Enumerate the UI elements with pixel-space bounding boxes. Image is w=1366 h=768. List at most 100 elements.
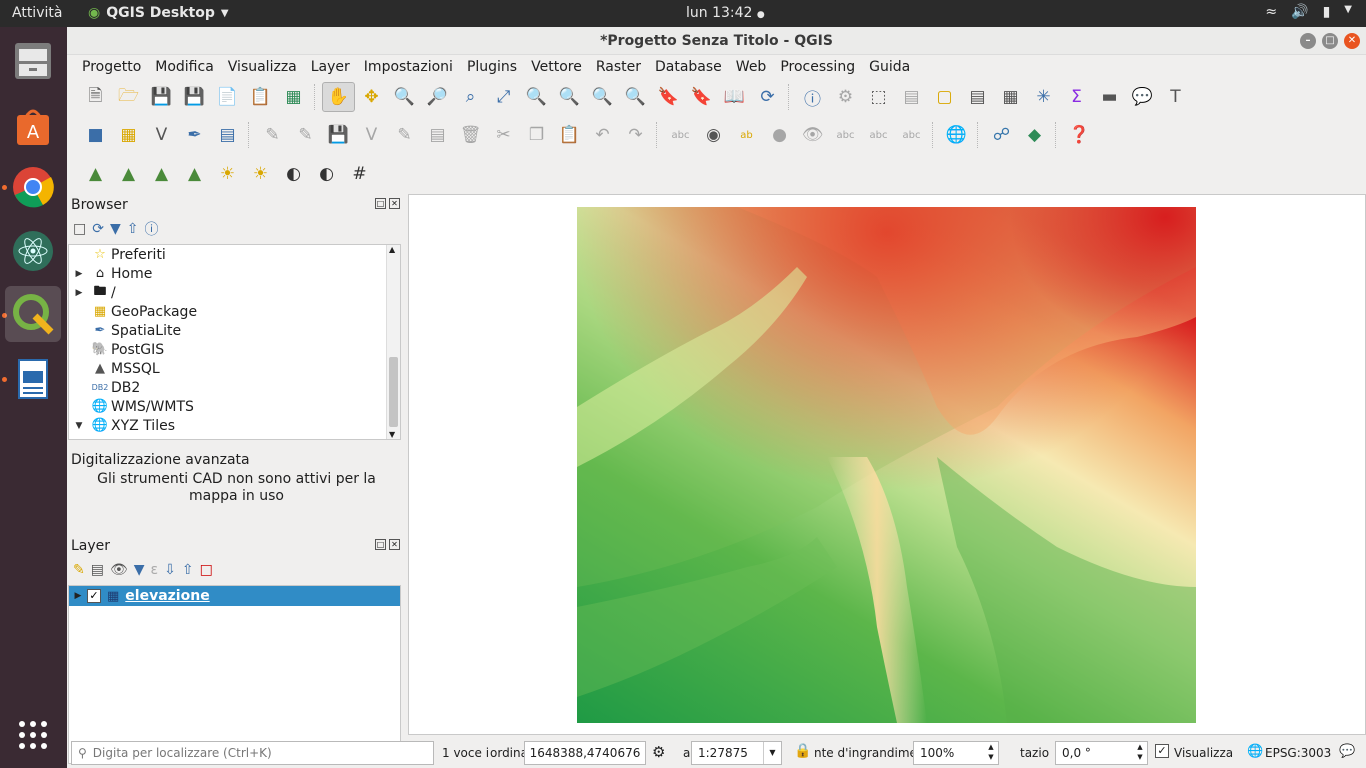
crs-globe-icon[interactable]: 🌐: [1247, 744, 1263, 759]
map-canvas[interactable]: [408, 194, 1366, 735]
field-calculator-icon[interactable]: ▦: [994, 82, 1027, 112]
close-button[interactable]: ✕: [1344, 33, 1360, 49]
menu-database[interactable]: Database: [648, 59, 729, 75]
show-bookmarks-icon[interactable]: 🔖: [685, 82, 718, 112]
rotate-label-icon[interactable]: abc: [862, 120, 895, 150]
pan-to-selection-icon[interactable]: ✥: [355, 82, 388, 112]
close-panel-button[interactable]: ✕: [389, 539, 400, 550]
refresh-icon[interactable]: ⟳: [92, 221, 104, 237]
menu-guida[interactable]: Guida: [862, 59, 917, 75]
libreoffice-writer-launcher[interactable]: [5, 351, 61, 407]
filter-icon[interactable]: ▼: [110, 221, 121, 237]
files-launcher[interactable]: [5, 33, 61, 89]
new-print-layout-icon[interactable]: 📄: [211, 82, 244, 112]
menu-impostazioni[interactable]: Impostazioni: [357, 59, 460, 75]
tree-item-root[interactable]: ▶ 🖿 /: [69, 283, 400, 302]
collapse-all-icon[interactable]: ⇧: [127, 221, 139, 237]
plugin-manager-icon[interactable]: ◆: [1018, 120, 1051, 150]
attribute-table-icon[interactable]: ▤: [961, 82, 994, 112]
save-edits-icon[interactable]: 💾: [322, 120, 355, 150]
temporal-controller-icon[interactable]: 📖: [718, 82, 751, 112]
pan-hand-icon[interactable]: ✋: [322, 82, 355, 112]
zoom-out-icon[interactable]: 🔎: [421, 82, 454, 112]
window-titlebar[interactable]: *Progetto Senza Titolo - QGIS – □ ✕: [67, 27, 1366, 55]
system-tray[interactable]: ≈ 🔊 ▮ ▼: [1265, 4, 1352, 20]
software-center-launcher[interactable]: A: [5, 99, 61, 155]
magnifier-spinbox[interactable]: 100% ▲ ▼: [913, 741, 999, 765]
spinner-arrows-icon[interactable]: ▲ ▼: [984, 742, 998, 764]
menu-visualizza[interactable]: Visualizza: [221, 59, 304, 75]
browser-tree[interactable]: ☆ Preferiti ▶ ⌂ Home ▶ 🖿 / ▦ GeoPackage ✒ Spati…: [68, 244, 401, 440]
scrollbar-thumb[interactable]: [389, 357, 398, 427]
atom-launcher[interactable]: [5, 223, 61, 279]
delete-selected-icon[interactable]: 🗑: [454, 120, 487, 150]
grid-icon[interactable]: #: [343, 159, 376, 189]
refresh-icon[interactable]: ⟳: [751, 82, 784, 112]
remove-layer-icon[interactable]: □: [200, 562, 213, 578]
layer-visibility-checkbox[interactable]: ✓: [87, 589, 101, 603]
menu-processing[interactable]: Processing: [773, 59, 862, 75]
crs-button[interactable]: EPSG:3003: [1265, 746, 1331, 760]
collapse-arrow-icon[interactable]: ▼: [69, 421, 89, 431]
toggle-editing-icon[interactable]: ✎: [289, 120, 322, 150]
highlight-pinned-labels-icon[interactable]: ab: [730, 120, 763, 150]
add-group-icon[interactable]: ▤: [91, 562, 104, 578]
tree-item-spatialite[interactable]: ✒ SpatiaLite: [69, 321, 400, 340]
zoom-native-icon[interactable]: ⌕: [454, 82, 487, 112]
menu-plugins[interactable]: Plugins: [460, 59, 524, 75]
tree-item-mssql[interactable]: ▲ MSSQL: [69, 359, 400, 378]
chevron-down-icon[interactable]: ▼: [763, 742, 781, 764]
measure-line-icon[interactable]: ▬: [1093, 82, 1126, 112]
tree-item-home[interactable]: ▶ ⌂ Home: [69, 264, 400, 283]
zoom-full-icon[interactable]: ⤢: [487, 82, 520, 112]
deselect-all-icon[interactable]: ▢: [928, 82, 961, 112]
menu-progetto[interactable]: Progetto: [75, 59, 148, 75]
decrease-contrast-icon[interactable]: ◐: [310, 159, 343, 189]
show-hide-labels-icon[interactable]: 👁: [796, 120, 829, 150]
increase-contrast-icon[interactable]: ◐: [277, 159, 310, 189]
coordinate-field[interactable]: 1648388,4740676: [524, 741, 646, 765]
filter-legend-icon[interactable]: ▼: [134, 562, 145, 578]
decrease-brightness-icon[interactable]: ☀: [244, 159, 277, 189]
redo-icon[interactable]: ↷: [619, 120, 652, 150]
layout-manager-icon[interactable]: 📋: [244, 82, 277, 112]
layer-diagram-icon[interactable]: ◉: [697, 120, 730, 150]
current-edits-icon[interactable]: ✎: [256, 120, 289, 150]
expand-arrow-icon[interactable]: ▶: [69, 591, 87, 601]
save-project-icon[interactable]: 💾: [145, 82, 178, 112]
paste-features-icon[interactable]: 📋: [553, 120, 586, 150]
tree-item-preferiti[interactable]: ☆ Preferiti: [69, 245, 400, 264]
new-virtual-layer-icon[interactable]: ▤: [211, 120, 244, 150]
render-checkbox[interactable]: ✓: [1155, 744, 1169, 758]
show-applications-button[interactable]: [5, 707, 61, 763]
tree-item-xyz-tiles[interactable]: ▼ 🌐 XYZ Tiles: [69, 416, 400, 435]
zoom-in-icon[interactable]: 🔍: [388, 82, 421, 112]
expand-arrow-icon[interactable]: ▶: [69, 269, 89, 279]
rotation-spinbox[interactable]: 0,0 ° ▲ ▼: [1055, 741, 1148, 765]
qgis-launcher[interactable]: [5, 286, 61, 342]
copy-features-icon[interactable]: ❐: [520, 120, 553, 150]
georeferencer-icon[interactable]: 🌐: [940, 120, 973, 150]
layer-styling-icon[interactable]: ✎: [73, 562, 85, 578]
identify-features-icon[interactable]: ⓘ: [796, 82, 829, 112]
layer-labeling-icon[interactable]: abc: [664, 120, 697, 150]
zoom-last-icon[interactable]: 🔍: [586, 82, 619, 112]
menu-vettore[interactable]: Vettore: [524, 59, 589, 75]
tree-item-wms-wmts[interactable]: 🌐 WMS/WMTS: [69, 397, 400, 416]
expand-arrow-icon[interactable]: ▶: [69, 288, 89, 298]
stretch-icon[interactable]: ▲: [178, 159, 211, 189]
add-feature-icon[interactable]: V: [355, 120, 388, 150]
undo-icon[interactable]: ↶: [586, 120, 619, 150]
data-source-manager-icon[interactable]: ■: [79, 120, 112, 150]
spinner-arrows-icon[interactable]: ▲ ▼: [1133, 742, 1147, 764]
open-project-icon[interactable]: 🗁: [112, 82, 145, 112]
zoom-next-icon[interactable]: 🔍: [619, 82, 652, 112]
close-panel-button[interactable]: ✕: [389, 198, 400, 209]
increase-brightness-icon[interactable]: ☀: [211, 159, 244, 189]
clock[interactable]: lun 13:42 ●: [686, 5, 765, 21]
browser-scrollbar[interactable]: ▲ ▼: [386, 245, 400, 439]
scroll-down-icon[interactable]: ▼: [389, 430, 395, 439]
app-menu[interactable]: ◉ QGIS Desktop ▼: [88, 5, 229, 21]
scale-combobox[interactable]: 1:27875 ▼: [691, 741, 782, 765]
cumulative-cut-icon[interactable]: ▲: [112, 159, 145, 189]
